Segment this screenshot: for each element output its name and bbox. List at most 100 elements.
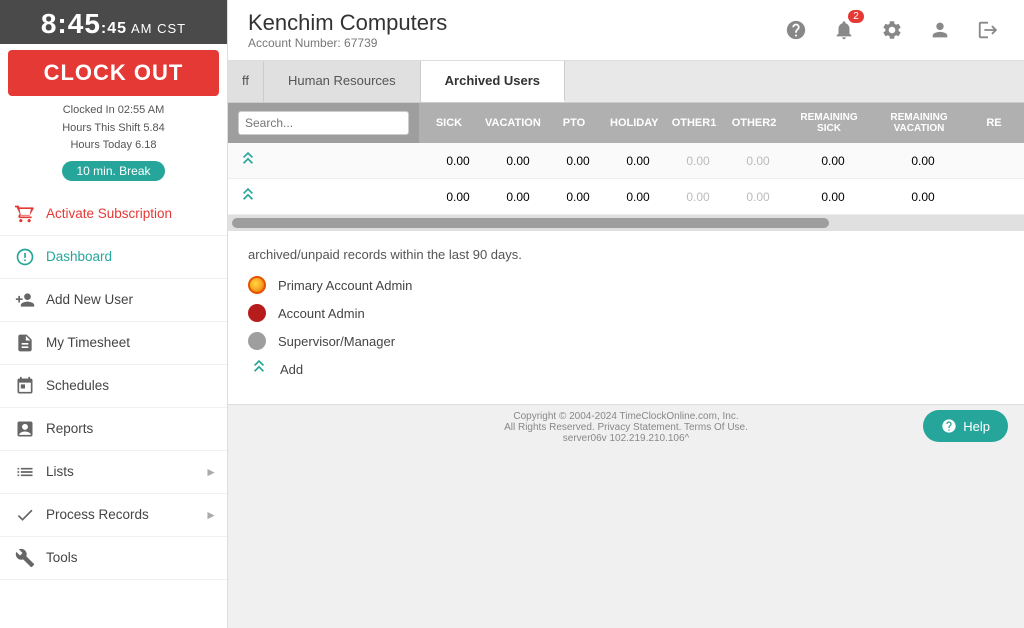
- footer: Copyright © 2004-2024 TimeClockOnline.co…: [228, 404, 1024, 450]
- header-icons: 2: [780, 14, 1004, 46]
- col-vacation: VACATION: [479, 109, 544, 137]
- dashboard-icon: [14, 246, 36, 268]
- row1-other2: 0.00: [728, 148, 788, 174]
- reports-icon: [14, 418, 36, 440]
- table-row: 0.00 0.00 0.00 0.00 0.00 0.00 0.00 0.00: [228, 179, 1024, 215]
- header: Kenchim Computers Account Number: 67739 …: [228, 0, 1024, 61]
- sidebar-item-lists[interactable]: Lists ►: [0, 451, 227, 494]
- row2-name-cell: [228, 181, 428, 213]
- legend-label-primary-admin: Primary Account Admin: [278, 278, 412, 293]
- add-icon: [248, 360, 270, 378]
- horizontal-scrollbar[interactable]: [228, 215, 1024, 231]
- legend-item-supervisor: Supervisor/Manager: [248, 332, 1004, 350]
- row1-vacation: 0.00: [488, 148, 548, 174]
- legend-area: archived/unpaid records within the last …: [228, 231, 1024, 404]
- account-admin-dot: [248, 304, 266, 322]
- legend-item-add[interactable]: Add: [248, 360, 1004, 378]
- server-text: server06v 102.219.210.106^: [234, 433, 1018, 444]
- sidebar-item-process-records[interactable]: Process Records ►: [0, 494, 227, 537]
- legend-label-supervisor: Supervisor/Manager: [278, 334, 395, 349]
- row-icon: [238, 151, 258, 171]
- tabs: ff Human Resources Archived Users: [228, 61, 1024, 103]
- sidebar-item-schedules[interactable]: Schedules: [0, 365, 227, 408]
- help-button-icon: [941, 418, 957, 434]
- sidebar-item-reports[interactable]: Reports: [0, 408, 227, 451]
- supervisor-dot: [248, 332, 266, 350]
- row2-other2: 0.00: [728, 184, 788, 210]
- col-other1: OTHER1: [664, 109, 724, 137]
- scrollbar-thumb[interactable]: [232, 218, 829, 228]
- legend-item-account-admin: Account Admin: [248, 304, 1004, 322]
- timesheet-icon: [14, 332, 36, 354]
- hours-shift: Hours This Shift 5.84: [0, 120, 227, 138]
- shift-info: Clocked In 02:55 AM Hours This Shift 5.8…: [0, 100, 227, 157]
- clock-time: 8:45: [41, 8, 101, 39]
- tab-off[interactable]: ff: [228, 61, 264, 102]
- logout-icon[interactable]: [972, 14, 1004, 46]
- row1-other1: 0.00: [668, 148, 728, 174]
- table-row: 0.00 0.00 0.00 0.00 0.00 0.00 0.00 0.00: [228, 143, 1024, 179]
- col-sick: SICK: [419, 109, 479, 137]
- col-re: RE: [964, 109, 1024, 137]
- legend-label-account-admin: Account Admin: [278, 306, 365, 321]
- clock-seconds: :45: [101, 20, 127, 37]
- row1-holiday: 0.00: [608, 148, 668, 174]
- sidebar-item-my-timesheet[interactable]: My Timesheet: [0, 322, 227, 365]
- sidebar-item-label-tools: Tools: [46, 550, 78, 565]
- hours-today: Hours Today 6.18: [0, 137, 227, 155]
- sidebar-item-tools[interactable]: Tools: [0, 537, 227, 580]
- table-header: SICK VACATION PTO HOLIDAY OTHER1 OTHER2 …: [228, 103, 1024, 143]
- user-profile-icon[interactable]: [924, 14, 956, 46]
- process-records-arrow-icon: ►: [205, 508, 217, 522]
- tools-icon: [14, 547, 36, 569]
- clocked-in-time: Clocked In 02:55 AM: [0, 102, 227, 120]
- sidebar-item-label-process-records: Process Records: [46, 507, 149, 522]
- row2-icon: [238, 187, 258, 207]
- settings-icon[interactable]: [876, 14, 908, 46]
- sidebar-nav: Activate Subscription Dashboard Add New …: [0, 193, 227, 628]
- company-name: Kenchim Computers: [248, 10, 447, 36]
- sidebar-item-label-dashboard: Dashboard: [46, 249, 112, 264]
- header-title: Kenchim Computers Account Number: 67739: [248, 10, 447, 50]
- row1-sick: 0.00: [428, 148, 488, 174]
- row2-holiday: 0.00: [608, 184, 668, 210]
- col-holiday: HOLIDAY: [604, 109, 664, 137]
- lists-icon: [14, 461, 36, 483]
- sidebar-item-label-add-new-user: Add New User: [46, 292, 133, 307]
- primary-admin-dot: [248, 276, 266, 294]
- sidebar-item-label-reports: Reports: [46, 421, 93, 436]
- sidebar-item-label-my-timesheet: My Timesheet: [46, 335, 130, 350]
- lists-arrow-icon: ►: [205, 465, 217, 479]
- row2-remaining-vacation: 0.00: [878, 184, 968, 210]
- break-button[interactable]: 10 min. Break: [62, 161, 164, 181]
- legend-item-primary-admin: Primary Account Admin: [248, 276, 1004, 294]
- sidebar-item-add-new-user[interactable]: Add New User: [0, 279, 227, 322]
- sidebar: 8:45:45 AM CST CLOCK OUT Clocked In 02:55…: [0, 0, 228, 628]
- sidebar-item-activate-subscription[interactable]: Activate Subscription: [0, 193, 227, 236]
- sidebar-item-label-schedules: Schedules: [46, 378, 109, 393]
- tab-archived-users[interactable]: Archived Users: [421, 61, 565, 102]
- help-circle-icon[interactable]: [780, 14, 812, 46]
- row2-remaining-sick: 0.00: [788, 184, 878, 210]
- tab-human-resources[interactable]: Human Resources: [264, 61, 421, 102]
- search-cell: [228, 103, 419, 143]
- clock-ampm-tz: AM CST: [131, 21, 186, 36]
- help-button-label: Help: [963, 419, 990, 434]
- row1-remaining-vacation: 0.00: [878, 148, 968, 174]
- col-other2: OTHER2: [724, 109, 784, 137]
- row-name-cell: [228, 145, 428, 177]
- help-button[interactable]: Help: [923, 410, 1008, 442]
- sidebar-item-label-activate-subscription: Activate Subscription: [46, 206, 172, 221]
- sidebar-item-dashboard[interactable]: Dashboard: [0, 236, 227, 279]
- copyright-text: Copyright © 2004-2024 TimeClockOnline.co…: [234, 411, 1018, 422]
- row2-sick: 0.00: [428, 184, 488, 210]
- legend-notice: archived/unpaid records within the last …: [248, 247, 1004, 262]
- row1-remaining-sick: 0.00: [788, 148, 878, 174]
- main-content: Kenchim Computers Account Number: 67739 …: [228, 0, 1024, 628]
- notification-badge: 2: [848, 10, 864, 23]
- clock-display: 8:45:45 AM CST: [0, 0, 227, 44]
- notification-icon[interactable]: 2: [828, 14, 860, 46]
- rights-text: All Rights Reserved. Privacy Statement. …: [234, 422, 1018, 433]
- clock-out-button[interactable]: CLOCK OUT: [8, 50, 219, 96]
- search-input[interactable]: [238, 111, 409, 135]
